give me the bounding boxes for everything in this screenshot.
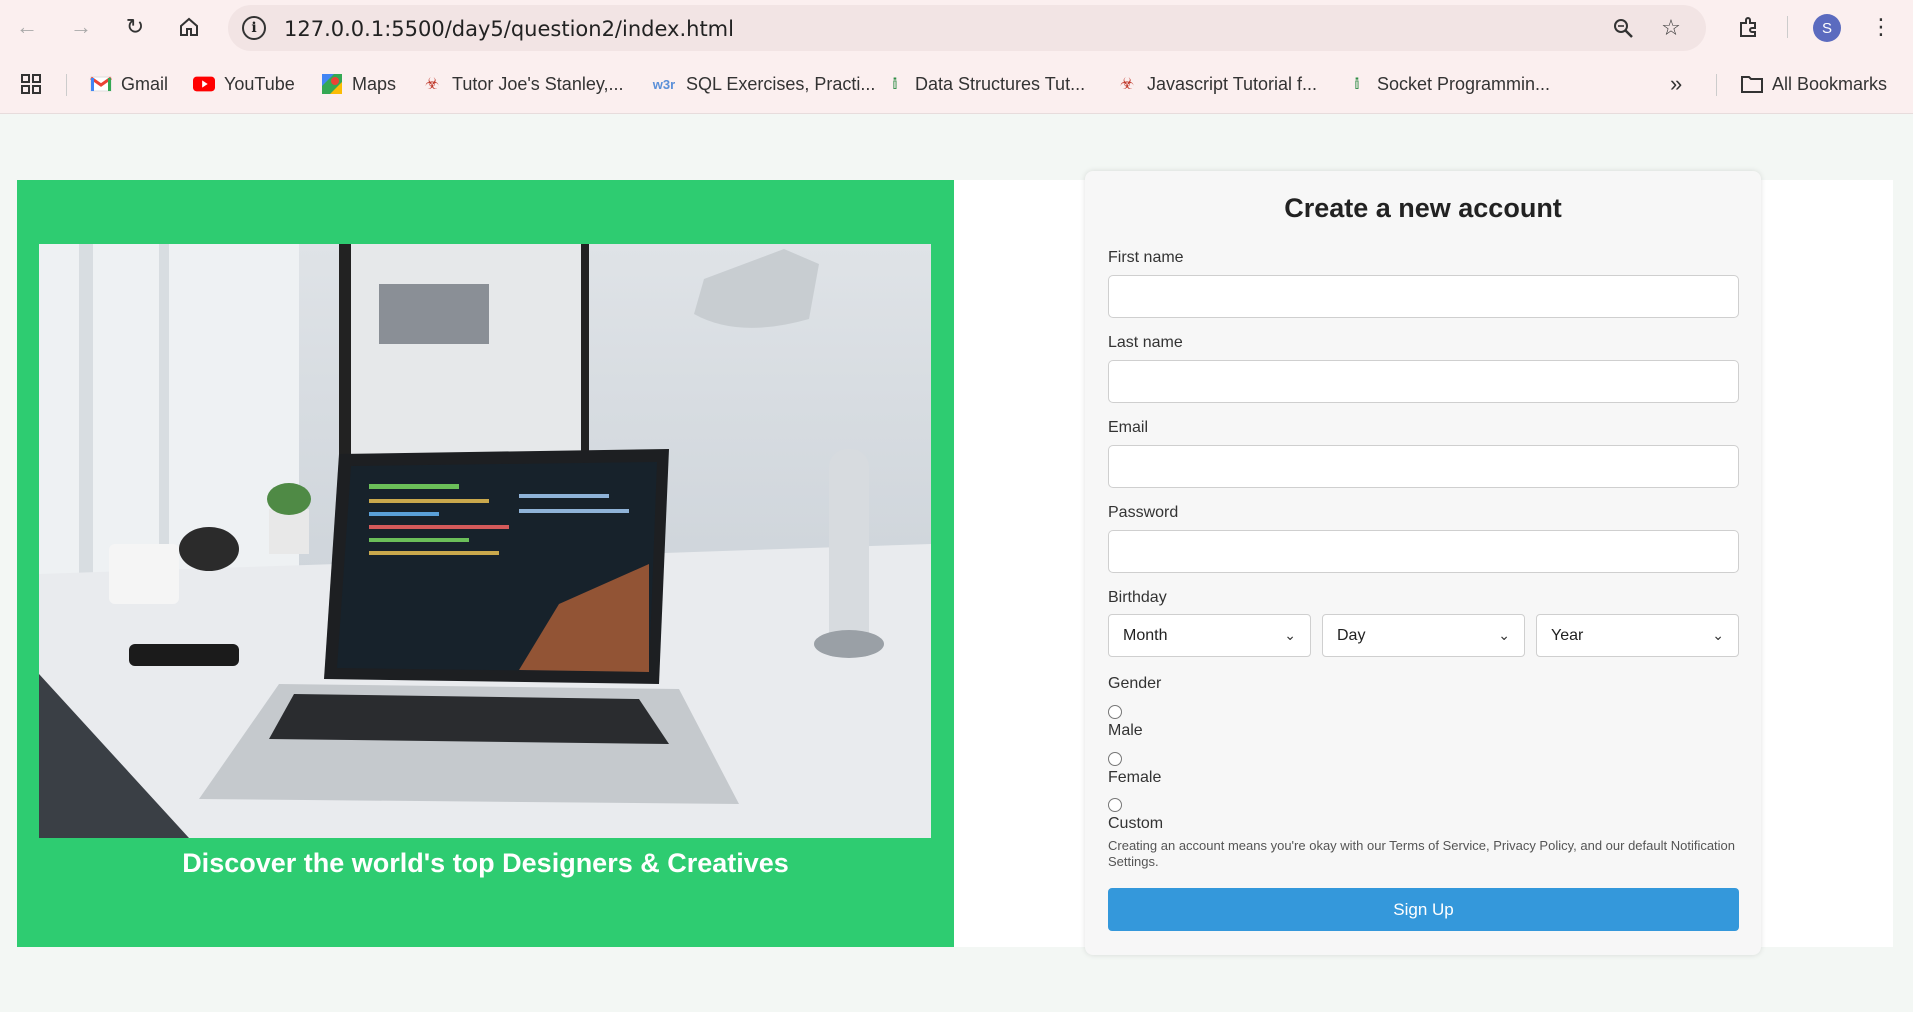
last-name-label: Last name xyxy=(1108,334,1183,351)
bookmark-label: Gmail xyxy=(121,73,169,94)
site-info-icon[interactable]: i xyxy=(242,16,266,40)
bookmark-label: Tutor Joe's Stanley,... xyxy=(452,73,624,94)
email-label: Email xyxy=(1108,419,1149,436)
day-value: Day xyxy=(1337,626,1366,644)
bookmarks-divider xyxy=(1716,74,1717,96)
bookmark-javascript[interactable]: ☣ Javascript Tutorial f... xyxy=(1116,71,1317,97)
birthday-month-select[interactable]: Month ⌄ xyxy=(1108,614,1311,657)
year-value: Year xyxy=(1551,626,1584,644)
birthday-year-select[interactable]: Year ⌄ xyxy=(1536,614,1739,657)
terms-text: Creating an account means you're okay wi… xyxy=(1108,838,1736,869)
hero-image xyxy=(39,244,931,838)
bookmarks-bar: Gmail YouTube Maps ☣ Tutor Joe's Stanley… xyxy=(0,56,1913,114)
hero-tagline: Discover the world's top Designers & Cre… xyxy=(182,848,789,878)
chevron-down-icon: ⌄ xyxy=(1498,627,1510,643)
gmail-icon xyxy=(90,73,112,95)
bookmark-star-icon[interactable]: ☆ xyxy=(1656,13,1686,43)
browser-toolbar: ← → ↻ i 127.0.0.1:5500/day5/question2/in… xyxy=(0,0,1913,56)
gfg-icon: 𝕚 xyxy=(1354,76,1360,93)
bookmark-socket[interactable]: 𝕚 Socket Programmin... xyxy=(1346,71,1550,97)
w3r-icon: w3r xyxy=(652,76,676,92)
forward-icon[interactable]: → xyxy=(66,12,96,42)
bookmark-label: Socket Programmin... xyxy=(1377,73,1551,94)
bookmark-sql[interactable]: w3r SQL Exercises, Practi... xyxy=(651,71,876,97)
bookmark-tutorjoes[interactable]: ☣ Tutor Joe's Stanley,... xyxy=(421,71,624,97)
back-icon[interactable]: ← xyxy=(12,12,42,42)
tutorjoes-icon: ☣ xyxy=(424,76,440,93)
bookmarks-divider xyxy=(66,74,67,96)
signup-card: Create a new account First name Last nam… xyxy=(1085,171,1761,955)
all-bookmarks-label: All Bookmarks xyxy=(1772,73,1888,94)
zoom-icon[interactable] xyxy=(1608,13,1638,43)
gfg-icon: 𝕚 xyxy=(892,76,898,93)
url-text[interactable]: 127.0.0.1:5500/day5/question2/index.html xyxy=(284,17,734,41)
sign-up-button[interactable]: Sign Up xyxy=(1108,888,1739,931)
birthday-label: Birthday xyxy=(1108,589,1167,606)
form-title: Create a new account xyxy=(1284,193,1562,223)
profile-avatar[interactable]: S xyxy=(1813,14,1841,42)
gender-label: Gender xyxy=(1108,675,1162,692)
youtube-icon xyxy=(193,73,215,95)
bookmark-gmail[interactable]: Gmail xyxy=(90,71,168,97)
extensions-icon[interactable] xyxy=(1733,12,1763,42)
gender-custom-label: Custom xyxy=(1108,815,1164,832)
bookmark-maps[interactable]: Maps xyxy=(321,71,396,97)
gender-male-radio[interactable] xyxy=(1108,705,1122,719)
folder-icon xyxy=(1741,73,1763,95)
gender-male-label: Male xyxy=(1108,722,1143,739)
email-input[interactable] xyxy=(1108,445,1739,488)
gender-female-label: Female xyxy=(1108,769,1162,786)
toolbar-divider xyxy=(1787,16,1788,38)
address-bar[interactable]: i 127.0.0.1:5500/day5/question2/index.ht… xyxy=(228,5,1706,51)
menu-kebab-icon[interactable]: ⋮ xyxy=(1866,12,1896,42)
bookmark-label: YouTube xyxy=(224,73,295,94)
home-icon[interactable] xyxy=(174,12,204,42)
last-name-input[interactable] xyxy=(1108,360,1739,403)
all-bookmarks-folder[interactable]: All Bookmarks xyxy=(1741,71,1887,97)
month-value: Month xyxy=(1123,626,1168,644)
bookmark-youtube[interactable]: YouTube xyxy=(193,71,295,97)
gender-custom-radio[interactable] xyxy=(1108,798,1122,812)
password-input[interactable] xyxy=(1108,530,1739,573)
bookmark-data-structures[interactable]: 𝕚 Data Structures Tut... xyxy=(884,71,1085,97)
first-name-input[interactable] xyxy=(1108,275,1739,318)
apps-grid-icon[interactable] xyxy=(20,71,42,97)
maps-icon xyxy=(321,73,343,95)
more-bookmarks-chevron-icon[interactable]: » xyxy=(1670,71,1682,97)
bookmark-label: SQL Exercises, Practi... xyxy=(686,73,876,94)
chevron-down-icon: ⌄ xyxy=(1712,627,1724,643)
gender-female-radio[interactable] xyxy=(1108,752,1122,766)
chevron-down-icon: ⌄ xyxy=(1284,627,1296,643)
first-name-label: First name xyxy=(1108,249,1184,266)
birthday-day-select[interactable]: Day ⌄ xyxy=(1322,614,1525,657)
reload-icon[interactable]: ↻ xyxy=(120,12,150,42)
hero-panel: Discover the world's top Designers & Cre… xyxy=(17,180,954,947)
password-label: Password xyxy=(1108,504,1179,521)
bookmark-label: Maps xyxy=(352,73,397,94)
tutorjoes-icon: ☣ xyxy=(1119,76,1135,93)
bookmark-label: Javascript Tutorial f... xyxy=(1147,73,1318,94)
bookmark-label: Data Structures Tut... xyxy=(915,73,1086,94)
